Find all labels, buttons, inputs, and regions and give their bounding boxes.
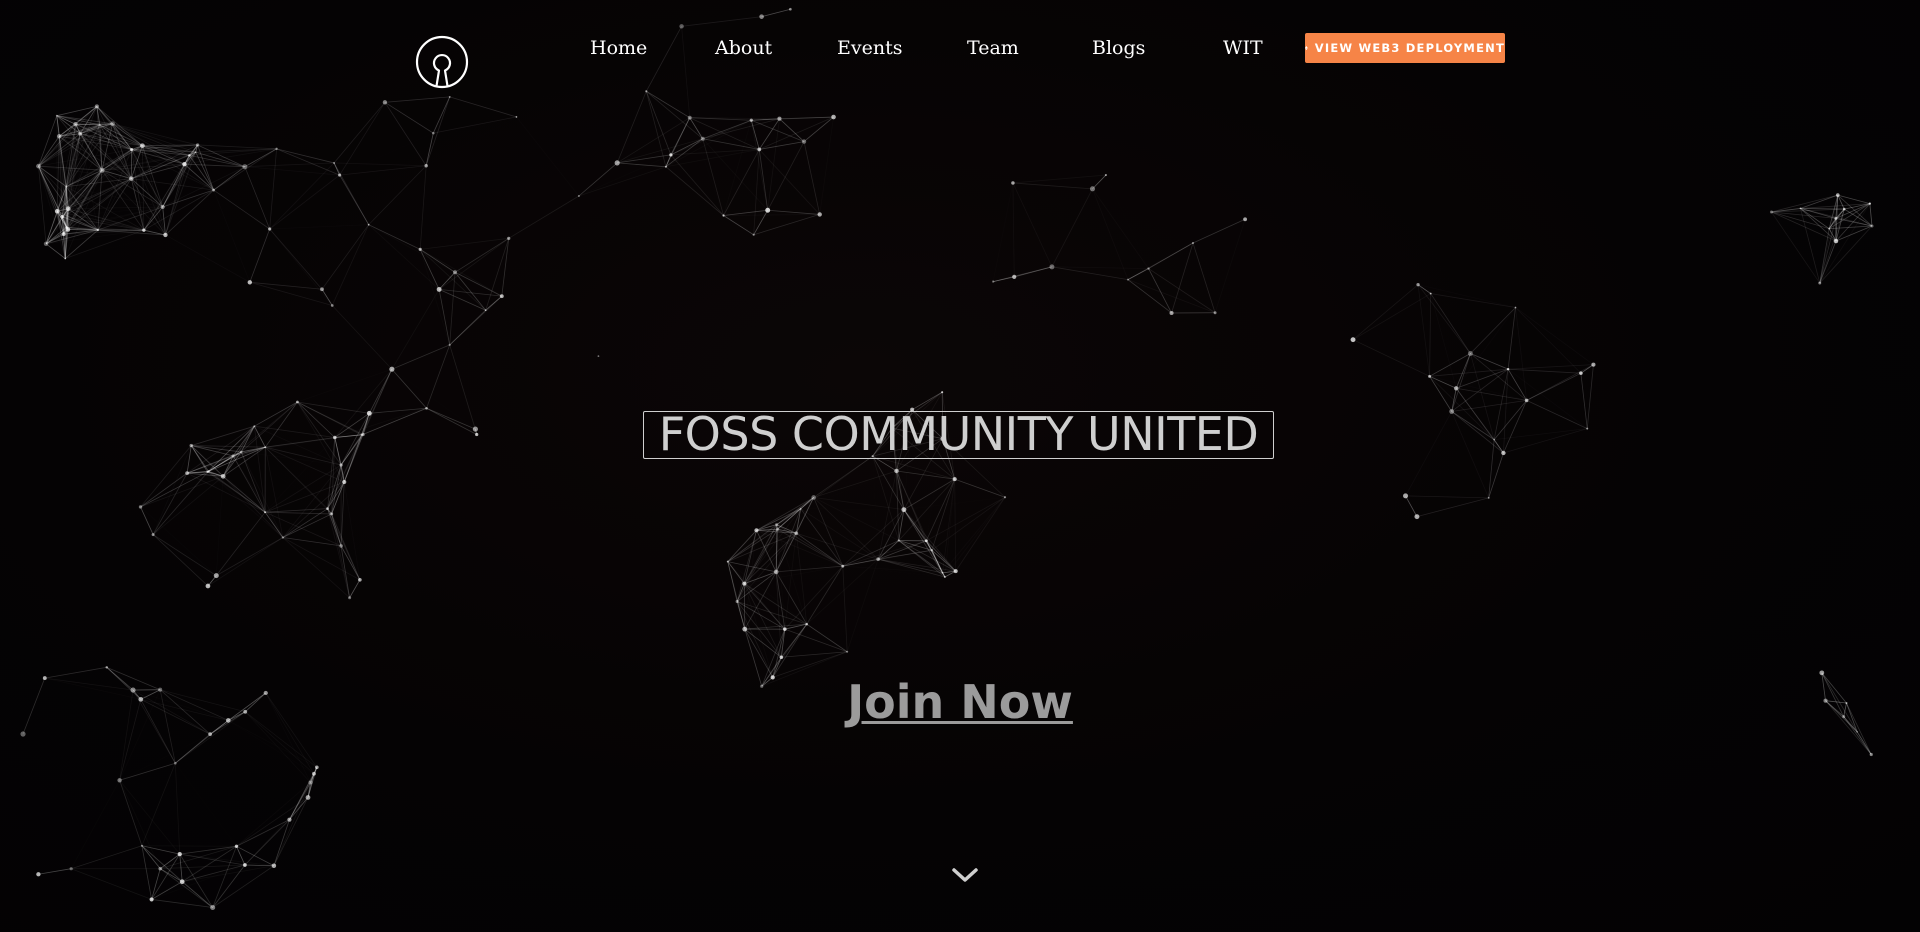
particle-network-background [20,7,1874,911]
open-source-logo-icon[interactable] [414,34,470,90]
join-now-link[interactable]: Join Now [800,674,1120,730]
view-web3-deployment-label: VIEW WEB3 DEPLOYMENT [1314,41,1505,55]
chevron-down-icon[interactable] [950,864,980,888]
hero-page: Home About Events Team Blogs WIT VIEW WE… [0,0,1920,932]
nav-wit[interactable]: WIT [1223,31,1263,65]
nav-events[interactable]: Events [837,31,902,65]
view-web3-deployment-button[interactable]: VIEW WEB3 DEPLOYMENT [1305,33,1505,63]
ethereum-icon [1305,45,1308,51]
nav-about[interactable]: About [715,31,772,65]
hero-title: FOSS COMMUNITY UNITED [643,411,1274,459]
nav-home[interactable]: Home [590,31,647,65]
nav-blogs[interactable]: Blogs [1092,31,1145,65]
nav-team[interactable]: Team [967,31,1019,65]
